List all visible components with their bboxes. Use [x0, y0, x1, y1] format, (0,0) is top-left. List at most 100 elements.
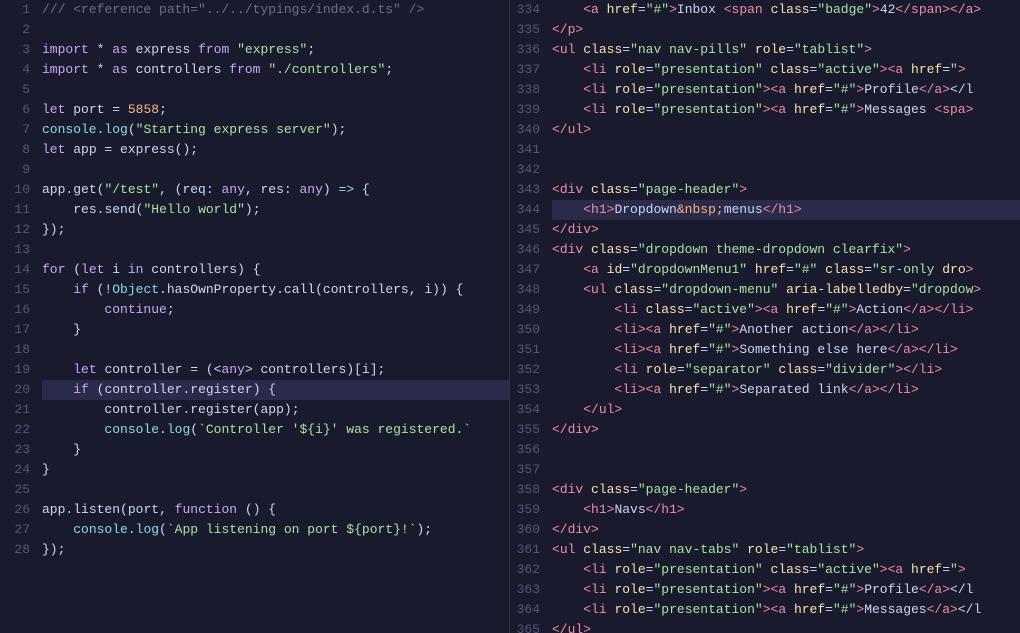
code-line: <ul class="dropdown-menu" aria-labelledb…	[552, 280, 1020, 300]
line-number: 14	[0, 260, 30, 280]
line-number: 18	[0, 340, 30, 360]
code-line	[552, 160, 1020, 180]
line-number: 341	[510, 140, 540, 160]
code-line: <div class="dropdown theme-dropdown clea…	[552, 240, 1020, 260]
line-number: 1	[0, 0, 30, 20]
line-number: 363	[510, 580, 540, 600]
right-code-container: 3343353363373383393403413423433443453463…	[510, 0, 1020, 633]
code-line: <h1>Navs</h1>	[552, 500, 1020, 520]
line-number: 362	[510, 560, 540, 580]
line-number: 336	[510, 40, 540, 60]
line-number: 351	[510, 340, 540, 360]
line-number: 13	[0, 240, 30, 260]
line-number: 352	[510, 360, 540, 380]
code-line: <li class="active"><a href="#">Action</a…	[552, 300, 1020, 320]
line-number: 17	[0, 320, 30, 340]
code-line: });	[42, 220, 509, 240]
line-number: 4	[0, 60, 30, 80]
code-line: </ul>	[552, 120, 1020, 140]
line-number: 2	[0, 20, 30, 40]
code-line: console.log(`Controller '${i}' was regis…	[42, 420, 509, 440]
line-number: 335	[510, 20, 540, 40]
code-line: </div>	[552, 420, 1020, 440]
line-number: 9	[0, 160, 30, 180]
code-line: </p>	[552, 20, 1020, 40]
code-line: let app = express();	[42, 140, 509, 160]
code-line: <li role="presentation" class="active"><…	[552, 60, 1020, 80]
line-number: 16	[0, 300, 30, 320]
line-number: 347	[510, 260, 540, 280]
code-line: <li role="presentation"><a href="#">Prof…	[552, 80, 1020, 100]
line-number: 342	[510, 160, 540, 180]
code-line	[42, 160, 509, 180]
code-line: <li role="separator" class="divider"></l…	[552, 360, 1020, 380]
line-number: 360	[510, 520, 540, 540]
code-line: controller.register(app);	[42, 400, 509, 420]
line-number: 19	[0, 360, 30, 380]
code-line: app.listen(port, function () {	[42, 500, 509, 520]
code-line	[552, 460, 1020, 480]
code-line: console.log(`App listening on port ${por…	[42, 520, 509, 540]
left-code-lines[interactable]: /// <reference path="../../typings/index…	[38, 0, 509, 633]
line-number: 348	[510, 280, 540, 300]
line-number: 334	[510, 0, 540, 20]
code-line: <li role="presentation"><a href="#">Prof…	[552, 580, 1020, 600]
code-line: let port = 5858;	[42, 100, 509, 120]
code-line: import * as express from "express";	[42, 40, 509, 60]
code-line: continue;	[42, 300, 509, 320]
line-number: 24	[0, 460, 30, 480]
line-number: 338	[510, 80, 540, 100]
line-number: 21	[0, 400, 30, 420]
line-number: 22	[0, 420, 30, 440]
line-number: 365	[510, 620, 540, 633]
line-number: 357	[510, 460, 540, 480]
line-number: 8	[0, 140, 30, 160]
line-number: 350	[510, 320, 540, 340]
line-number: 5	[0, 80, 30, 100]
code-line: app.get("/test", (req: any, res: any) =>…	[42, 180, 509, 200]
line-number: 361	[510, 540, 540, 560]
line-number: 364	[510, 600, 540, 620]
code-line	[42, 340, 509, 360]
code-line: for (let i in controllers) {	[42, 260, 509, 280]
line-number: 6	[0, 100, 30, 120]
code-line: import * as controllers from "./controll…	[42, 60, 509, 80]
line-number: 339	[510, 100, 540, 120]
line-number: 344	[510, 200, 540, 220]
code-line	[552, 140, 1020, 160]
line-number: 358	[510, 480, 540, 500]
code-line: </div>	[552, 220, 1020, 240]
line-number: 27	[0, 520, 30, 540]
line-number: 12	[0, 220, 30, 240]
right-line-numbers: 3343353363373383393403413423433443453463…	[510, 0, 548, 633]
line-number: 359	[510, 500, 540, 520]
left-line-numbers: 1234567891011121314151617181920212223242…	[0, 0, 38, 633]
line-number: 349	[510, 300, 540, 320]
code-line: if (controller.register) {	[42, 380, 509, 400]
code-line: <div class="page-header">	[552, 480, 1020, 500]
line-number: 25	[0, 480, 30, 500]
code-line: <li role="presentation"><a href="#">Mess…	[552, 600, 1020, 620]
code-line	[42, 240, 509, 260]
code-line: console.log("Starting express server");	[42, 120, 509, 140]
code-line	[552, 440, 1020, 460]
code-line: /// <reference path="../../typings/index…	[42, 0, 509, 20]
code-line: <li role="presentation"><a href="#">Mess…	[552, 100, 1020, 120]
line-number: 354	[510, 400, 540, 420]
code-line: let controller = (<any> controllers)[i];	[42, 360, 509, 380]
code-line: </ul>	[552, 620, 1020, 633]
line-number: 3	[0, 40, 30, 60]
right-editor-panel: 3343353363373383393403413423433443453463…	[510, 0, 1020, 633]
right-code-lines[interactable]: <a href="#">Inbox <span class="badge">42…	[548, 0, 1020, 633]
code-line: <li role="presentation" class="active"><…	[552, 560, 1020, 580]
code-line: <li><a href="#">Separated link</a></li>	[552, 380, 1020, 400]
line-number: 10	[0, 180, 30, 200]
line-number: 7	[0, 120, 30, 140]
code-line	[42, 80, 509, 100]
code-line: <div class="page-header">	[552, 180, 1020, 200]
line-number: 356	[510, 440, 540, 460]
code-line: <ul class="nav nav-pills" role="tablist"…	[552, 40, 1020, 60]
code-line: <li><a href="#">Something else here</a><…	[552, 340, 1020, 360]
code-line: if (!Object.hasOwnProperty.call(controll…	[42, 280, 509, 300]
line-number: 353	[510, 380, 540, 400]
